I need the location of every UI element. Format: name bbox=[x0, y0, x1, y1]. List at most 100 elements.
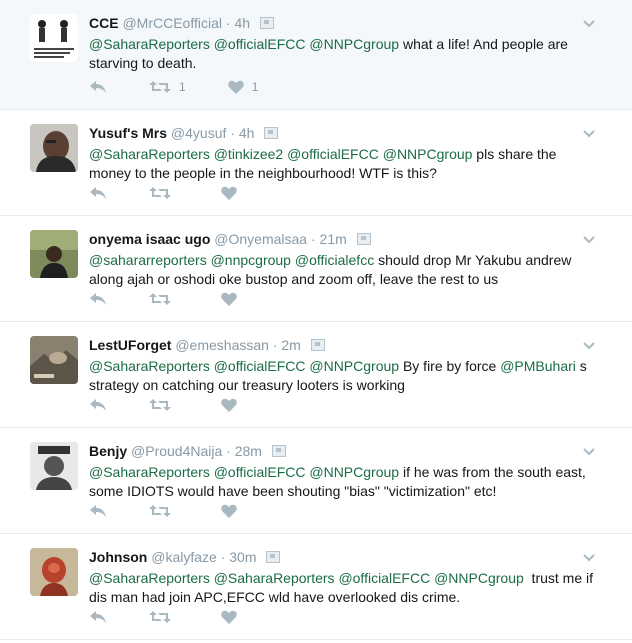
like-button[interactable]: 1 bbox=[227, 80, 258, 94]
author-handle[interactable]: @Onyemalsaa bbox=[214, 231, 307, 247]
mention-link[interactable]: @sahararreporters bbox=[89, 252, 207, 268]
author-handle[interactable]: @4yusuf bbox=[171, 125, 226, 141]
like-button[interactable] bbox=[221, 186, 245, 200]
flag-icon bbox=[259, 17, 274, 29]
mention-link[interactable]: @SaharaReporters bbox=[89, 146, 210, 162]
tweet-item[interactable]: CCE @MrCCEofficial · 4h @SaharaReporters… bbox=[0, 0, 632, 110]
chevron-down-icon[interactable] bbox=[582, 444, 596, 458]
mention-link[interactable]: @NNPCgroup bbox=[309, 464, 399, 480]
tweet-actions bbox=[89, 607, 287, 627]
timestamp[interactable]: 28m bbox=[235, 443, 262, 459]
tweet-timeline: CCE @MrCCEofficial · 4h @SaharaReporters… bbox=[0, 0, 632, 640]
author-name[interactable]: Benjy bbox=[89, 443, 127, 459]
author-handle[interactable]: @Proud4Naija bbox=[131, 443, 222, 459]
reply-button[interactable] bbox=[89, 186, 107, 200]
tweet-item[interactable]: Johnson @kalyfaze · 30m @SaharaReporters… bbox=[0, 534, 632, 640]
author-handle[interactable]: @emeshassan bbox=[175, 337, 269, 353]
retweet-icon bbox=[149, 611, 171, 623]
retweet-icon bbox=[149, 505, 171, 517]
tweet-actions bbox=[89, 289, 287, 309]
timestamp[interactable]: 4h bbox=[239, 125, 255, 141]
mention-link[interactable]: @SaharaReporters bbox=[89, 570, 210, 586]
tweet-text: @SaharaReporters @officialEFCC @NNPCgrou… bbox=[89, 358, 591, 393]
mention-link[interactable]: @officialefcc bbox=[295, 252, 374, 268]
retweet-icon bbox=[149, 187, 171, 199]
mention-link[interactable]: @officialEFCC bbox=[287, 146, 379, 162]
chevron-down-icon[interactable] bbox=[582, 338, 596, 352]
author-name[interactable]: LestUForget bbox=[89, 337, 171, 353]
timestamp[interactable]: 21m bbox=[320, 231, 347, 247]
heart-icon bbox=[221, 292, 237, 306]
retweet-icon bbox=[149, 399, 171, 411]
mention-link[interactable]: @NNPCgroup bbox=[309, 36, 399, 52]
avatar[interactable] bbox=[30, 442, 78, 490]
mention-link[interactable]: @NNPCgroup bbox=[309, 358, 399, 374]
mention-link[interactable]: @tinkizee2 bbox=[214, 146, 283, 162]
retweet-icon bbox=[149, 81, 171, 93]
author-name[interactable]: onyema isaac ugo bbox=[89, 231, 210, 247]
avatar[interactable] bbox=[30, 14, 78, 62]
timestamp[interactable]: 2m bbox=[281, 337, 300, 353]
author-handle[interactable]: @MrCCEofficial bbox=[122, 15, 222, 31]
avatar[interactable] bbox=[30, 548, 78, 596]
tweet-actions: 1 1 bbox=[89, 77, 300, 97]
chevron-down-icon[interactable] bbox=[582, 16, 596, 30]
heart-icon bbox=[221, 610, 237, 624]
retweet-button[interactable] bbox=[149, 398, 179, 412]
avatar[interactable] bbox=[30, 124, 78, 172]
mention-link[interactable]: @officialEFCC bbox=[214, 36, 306, 52]
flag-icon bbox=[310, 339, 325, 351]
mention-link[interactable]: @SaharaReporters bbox=[89, 36, 210, 52]
reply-icon bbox=[90, 505, 106, 517]
avatar[interactable] bbox=[30, 230, 78, 278]
reply-button[interactable] bbox=[89, 292, 107, 306]
reply-button[interactable] bbox=[89, 80, 107, 94]
reply-icon bbox=[90, 399, 106, 411]
mention-link[interactable]: @SaharaReporters bbox=[89, 464, 210, 480]
retweet-button[interactable] bbox=[149, 610, 179, 624]
retweet-button[interactable] bbox=[149, 504, 179, 518]
retweet-button[interactable] bbox=[149, 292, 179, 306]
like-button[interactable] bbox=[221, 398, 245, 412]
mention-link[interactable]: @officialEFCC bbox=[214, 358, 306, 374]
tweet-item[interactable]: Benjy @Proud4Naija · 28m @SaharaReporter… bbox=[0, 428, 632, 534]
tweet-actions bbox=[89, 395, 287, 415]
like-button[interactable] bbox=[221, 610, 245, 624]
retweet-button[interactable]: 1 bbox=[149, 80, 186, 94]
heart-icon bbox=[221, 504, 237, 518]
reply-button[interactable] bbox=[89, 610, 107, 624]
mention-link[interactable]: @nnpcgroup bbox=[211, 252, 291, 268]
flag-icon bbox=[271, 445, 286, 457]
reply-icon bbox=[90, 187, 106, 199]
mention-link[interactable]: @officialEFCC bbox=[214, 464, 306, 480]
mention-link[interactable]: @SaharaReporters bbox=[214, 570, 335, 586]
reply-button[interactable] bbox=[89, 504, 107, 518]
chevron-down-icon[interactable] bbox=[582, 550, 596, 564]
timestamp[interactable]: 4h bbox=[234, 15, 250, 31]
tweet-item[interactable]: LestUForget @emeshassan · 2m @SaharaRepo… bbox=[0, 322, 632, 428]
reply-button[interactable] bbox=[89, 398, 107, 412]
tweet-text: @SaharaReporters @officialEFCC @NNPCgrou… bbox=[89, 36, 572, 71]
timestamp[interactable]: 30m bbox=[229, 549, 256, 565]
author-name[interactable]: CCE bbox=[89, 15, 119, 31]
tweet-item[interactable]: onyema isaac ugo @Onyemalsaa · 21m @saha… bbox=[0, 216, 632, 322]
mention-link[interactable]: @NNPCgroup bbox=[434, 570, 524, 586]
author-handle[interactable]: @kalyfaze bbox=[151, 549, 217, 565]
like-button[interactable] bbox=[221, 504, 245, 518]
tweet-item[interactable]: Yusuf's Mrs @4yusuf · 4h @SaharaReporter… bbox=[0, 110, 632, 216]
author-name[interactable]: Johnson bbox=[89, 549, 147, 565]
flag-icon bbox=[356, 233, 371, 245]
retweet-button[interactable] bbox=[149, 186, 179, 200]
like-button[interactable] bbox=[221, 292, 245, 306]
chevron-down-icon[interactable] bbox=[582, 126, 596, 140]
mention-link[interactable]: @NNPCgroup bbox=[383, 146, 473, 162]
reply-icon bbox=[90, 611, 106, 623]
tweet-text: @SaharaReporters @officialEFCC @NNPCgrou… bbox=[89, 464, 590, 499]
avatar[interactable] bbox=[30, 336, 78, 384]
mention-link[interactable]: @PMBuhari bbox=[500, 358, 576, 374]
author-name[interactable]: Yusuf's Mrs bbox=[89, 125, 167, 141]
mention-link[interactable]: @SaharaReporters bbox=[89, 358, 210, 374]
retweet-icon bbox=[149, 293, 171, 305]
mention-link[interactable]: @officialEFCC bbox=[338, 570, 430, 586]
chevron-down-icon[interactable] bbox=[582, 232, 596, 246]
